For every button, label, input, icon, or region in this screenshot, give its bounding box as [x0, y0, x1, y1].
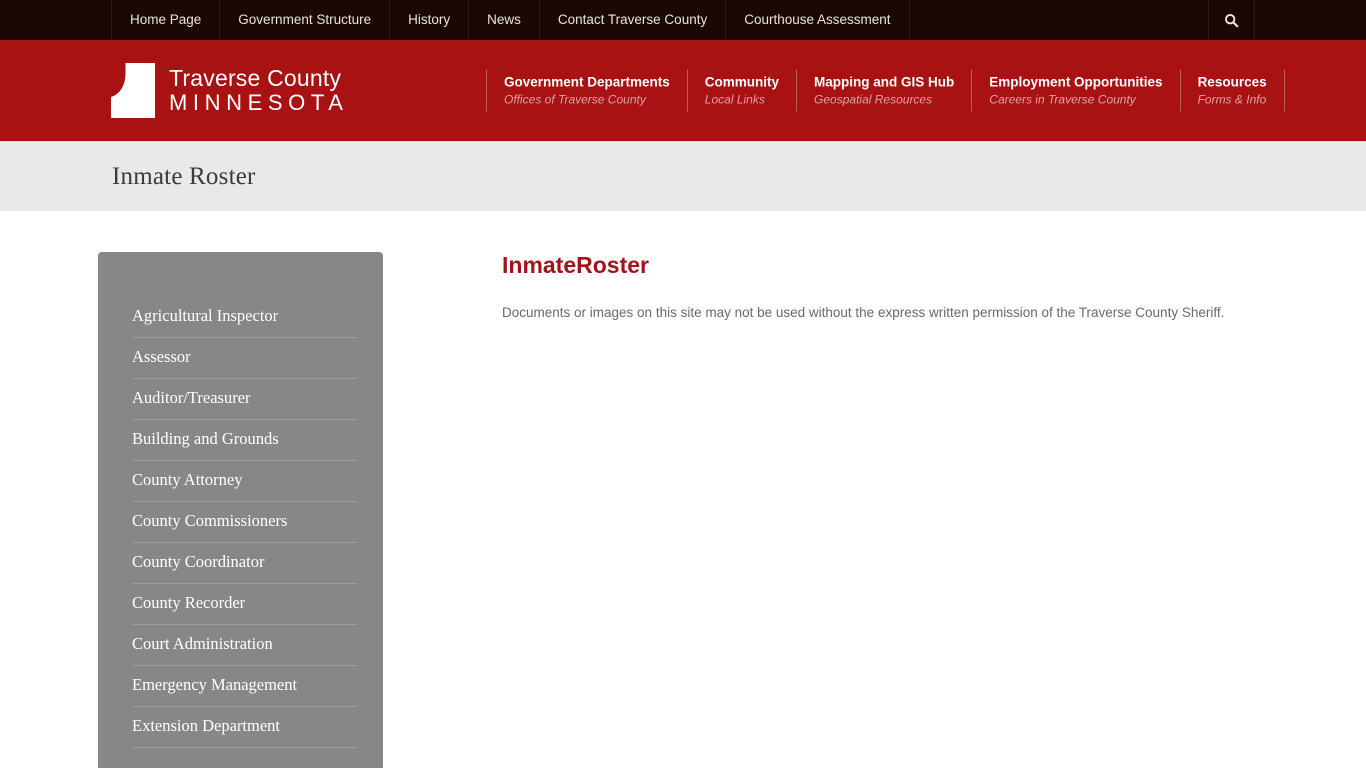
site-logo-text: Traverse County MINNESOTA [169, 64, 349, 115]
main-content: InmateRoster Documents or images on this… [502, 252, 1306, 323]
sidebar-item-building-and-grounds[interactable]: Building and Grounds [132, 420, 357, 461]
sidebar-item-county-coordinator[interactable]: County Coordinator [132, 543, 357, 584]
nav-item-title: Government Departments [504, 74, 670, 90]
primary-nav: Government Departments Offices of Traver… [486, 69, 1285, 112]
topnav-item-courthouse-assessment[interactable]: Courthouse Assessment [726, 0, 910, 40]
site-logo-line-1: Traverse County [169, 64, 342, 91]
topnav-item-contact-traverse-county[interactable]: Contact Traverse County [540, 0, 727, 40]
topnav-item-news[interactable]: News [469, 0, 540, 40]
site-header: Traverse County MINNESOTA Government Dep… [0, 40, 1366, 141]
nav-item-title: Mapping and GIS Hub [814, 74, 955, 90]
nav-item-mapping-and-gis-hub[interactable]: Mapping and GIS Hub Geospatial Resources [796, 69, 971, 112]
page-title: Inmate Roster [112, 162, 256, 190]
top-utility-bar: Home Page Government Structure History N… [0, 0, 1366, 40]
sidebar-item-auditor-treasurer[interactable]: Auditor/Treasurer [132, 379, 357, 420]
traverse-county-shape-icon [111, 63, 155, 118]
nav-item-resources[interactable]: Resources Forms & Info [1179, 69, 1285, 112]
search-button[interactable] [1208, 0, 1255, 40]
nav-item-subtitle: Local Links [704, 92, 765, 107]
sidebar-item-agricultural-inspector[interactable]: Agricultural Inspector [132, 297, 357, 338]
site-logo-line-2: MINNESOTA [169, 89, 349, 115]
nav-item-title: Employment Opportunities [989, 74, 1163, 90]
nav-item-subtitle: Geospatial Resources [814, 92, 933, 107]
nav-item-community[interactable]: Community Local Links [686, 69, 796, 112]
sidebar-item-emergency-management[interactable]: Emergency Management [132, 666, 357, 707]
nav-item-title: Resources [1197, 74, 1267, 90]
topnav-item-history[interactable]: History [390, 0, 470, 40]
search-icon [1225, 13, 1239, 27]
site-logo[interactable]: Traverse County MINNESOTA [111, 63, 349, 118]
nav-item-title: Community [704, 74, 780, 90]
content-paragraph: Documents or images on this site may not… [502, 304, 1225, 320]
nav-item-government-departments[interactable]: Government Departments Offices of Traver… [486, 69, 687, 112]
page-title-band: Inmate Roster [0, 141, 1366, 211]
department-sidebar: Agricultural Inspector Assessor Auditor/… [98, 252, 383, 768]
topnav-item-home-page[interactable]: Home Page [111, 0, 221, 40]
content-heading: InmateRoster [502, 252, 649, 278]
nav-item-subtitle: Offices of Traverse County [504, 92, 646, 107]
nav-item-subtitle: Careers in Traverse County [989, 92, 1136, 107]
content-area: Agricultural Inspector Assessor Auditor/… [0, 211, 1366, 768]
sidebar-item-assessor[interactable]: Assessor [132, 338, 357, 379]
topnav-item-government-structure[interactable]: Government Structure [220, 0, 391, 40]
top-utility-nav: Home Page Government Structure History N… [111, 0, 910, 40]
sidebar-item-extension-department[interactable]: Extension Department [132, 707, 357, 748]
nav-item-employment-opportunities[interactable]: Employment Opportunities Careers in Trav… [971, 69, 1179, 112]
sidebar-item-county-attorney[interactable]: County Attorney [132, 461, 357, 502]
sidebar-item-county-recorder[interactable]: County Recorder [132, 584, 357, 625]
sidebar-item-court-administration[interactable]: Court Administration [132, 625, 357, 666]
sidebar-item-county-commissioners[interactable]: County Commissioners [132, 502, 357, 543]
nav-item-subtitle: Forms & Info [1197, 92, 1267, 107]
